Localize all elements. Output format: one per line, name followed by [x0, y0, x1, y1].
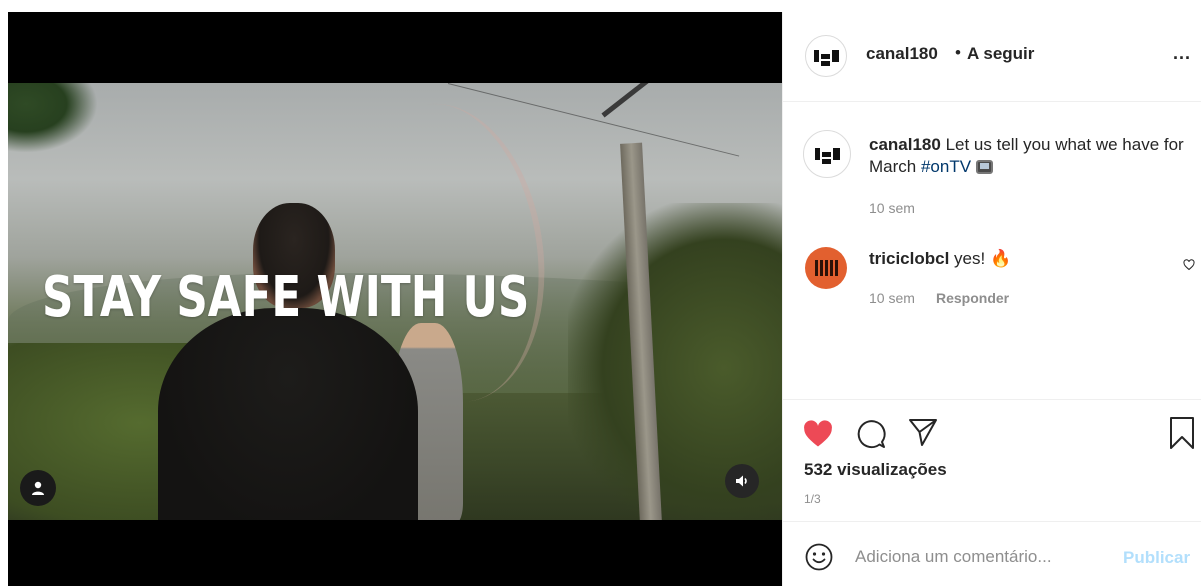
- post-actions: 532 visualizações 1/3: [783, 399, 1201, 534]
- smiley-icon[interactable]: [805, 543, 833, 571]
- caption-author[interactable]: canal180: [869, 135, 941, 154]
- user-icon: [32, 481, 44, 495]
- comment-timestamp[interactable]: 10 sem: [869, 290, 915, 306]
- paper-plane-icon[interactable]: [907, 416, 939, 448]
- caption-timestamp[interactable]: 10 sem: [869, 200, 915, 216]
- carousel-pager: 1/3: [804, 492, 821, 506]
- commenter-avatar[interactable]: [805, 247, 847, 289]
- post-panel: canal180 • A seguir ... canal180 Let us …: [782, 12, 1201, 586]
- comment-item: triciclobcl yes! 🔥: [869, 249, 1011, 269]
- person-man-body: [158, 308, 418, 520]
- bookmark-icon[interactable]: [1168, 416, 1196, 450]
- triciclo-logo: [814, 260, 838, 276]
- left-gutter: [0, 0, 8, 586]
- video-frame[interactable]: STAY SAFE WITH US: [8, 83, 782, 520]
- views-count[interactable]: 532 visualizações: [804, 460, 947, 480]
- heart-icon[interactable]: [803, 420, 833, 448]
- speaker-icon: [736, 475, 747, 487]
- sound-toggle-button[interactable]: [725, 464, 759, 498]
- comment-icon[interactable]: [855, 418, 887, 450]
- comment-author[interactable]: triciclobcl: [869, 249, 949, 268]
- comment-composer: Publicar: [783, 521, 1201, 586]
- comment-input[interactable]: [855, 544, 1115, 570]
- caption-hashtag[interactable]: #onTV: [921, 157, 971, 176]
- comment-text: yes! 🔥: [954, 249, 1012, 268]
- reply-button[interactable]: Responder: [936, 290, 1009, 306]
- author-avatar[interactable]: [805, 35, 847, 77]
- post-header: canal180 • A seguir ...: [783, 12, 1201, 102]
- caption-author-avatar[interactable]: [803, 130, 851, 178]
- tree-branch: [8, 83, 98, 153]
- author-username[interactable]: canal180: [866, 44, 938, 64]
- tagged-users-button[interactable]: [20, 470, 56, 506]
- video-overlay-title: STAY SAFE WITH US: [42, 265, 530, 330]
- pole-crossbar: [601, 83, 715, 118]
- comment-heart-icon[interactable]: [1183, 259, 1195, 271]
- canal180-logo: [813, 50, 839, 62]
- publish-button[interactable]: Publicar: [1123, 548, 1190, 568]
- video-player[interactable]: STAY SAFE WITH US: [8, 12, 782, 586]
- canal180-logo: [814, 148, 840, 160]
- more-options-button[interactable]: ...: [1173, 43, 1191, 64]
- following-button[interactable]: A seguir: [967, 44, 1034, 64]
- separator-dot: •: [955, 43, 961, 62]
- tv-emoji-icon: [975, 160, 993, 174]
- post-caption: canal180 Let us tell you what we have fo…: [869, 134, 1194, 178]
